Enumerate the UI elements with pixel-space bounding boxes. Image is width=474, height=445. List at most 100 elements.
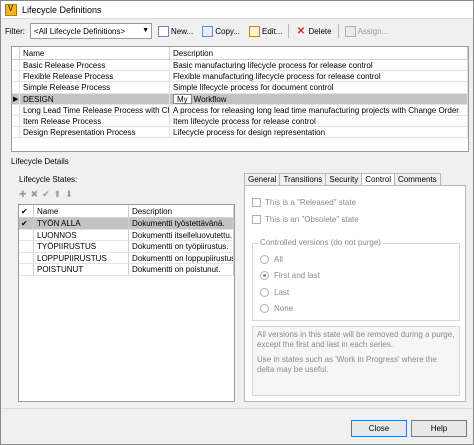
header-indicator-cell — [12, 47, 20, 59]
radio-label: First and last — [274, 271, 320, 280]
tab-general[interactable]: General — [244, 173, 281, 185]
radio-button[interactable] — [260, 304, 269, 313]
delete-x-icon: ✕ — [296, 25, 306, 37]
copy-button-label: Copy... — [215, 26, 240, 36]
cell-name: Basic Release Process — [20, 60, 170, 71]
tab-transitions[interactable]: Transitions — [279, 173, 327, 185]
state-description: Dokumentti on työpiirustus. — [129, 241, 234, 252]
cell-description: Flexible manufacturing lifecycle process… — [170, 71, 468, 82]
column-header-name[interactable]: Name — [34, 205, 129, 217]
state-check — [19, 229, 34, 240]
state-description: Dokumentti on poistunut. — [129, 264, 234, 275]
lifecycle-definitions-dialog: Lifecycle Definitions Filter: <All Lifec… — [0, 0, 474, 445]
radio-option-all[interactable]: All — [260, 255, 283, 264]
radio-button[interactable] — [260, 288, 269, 297]
cell-name: Design Representation Process — [20, 127, 170, 138]
checkmark-icon[interactable]: ✔ — [42, 189, 50, 200]
state-name: LOPPUPIIRUSTUS — [34, 252, 129, 263]
column-header-check[interactable]: ✔ — [19, 205, 34, 217]
move-down-icon[interactable]: ⬇ — [65, 189, 73, 200]
column-header-name[interactable]: Name — [20, 47, 170, 59]
state-row[interactable]: TYÖPIIRUSTUS Dokumentti on työpiirustus. — [19, 241, 234, 253]
add-state-icon[interactable]: ✚ — [19, 189, 27, 200]
tab-comments[interactable]: Comments — [394, 173, 441, 185]
obsolete-state-label: This is an "Obsolete" state — [265, 215, 359, 224]
radio-option-none[interactable]: None — [260, 304, 293, 313]
state-row[interactable]: LUONNOS Dokumentti itselleluovutettu. — [19, 229, 234, 241]
tab-security[interactable]: Security — [325, 173, 363, 185]
radio-label: None — [274, 304, 294, 313]
close-button[interactable]: Close — [351, 420, 407, 437]
states-table-header: ✔ Name Description — [19, 205, 234, 218]
checkbox-box[interactable] — [252, 198, 261, 207]
edit-button-label: Edit... — [261, 26, 283, 36]
filter-dropdown[interactable]: <All Lifecycle Definitions> ▼ — [30, 23, 152, 39]
move-up-icon[interactable]: ⬆ — [54, 189, 62, 200]
radio-option-first-and-last[interactable]: First and last — [260, 271, 320, 280]
delete-state-icon[interactable]: ✖ — [31, 189, 39, 200]
checkbox-box[interactable] — [252, 215, 261, 224]
purge-note-text: All versions in this state will be remov… — [257, 330, 455, 349]
inline-edit-field[interactable]: My — [173, 93, 192, 104]
new-button[interactable]: New... — [155, 23, 196, 39]
table-row[interactable]: Item Release Process Item lifecycle proc… — [12, 115, 468, 128]
help-button[interactable]: Help — [411, 420, 467, 437]
radio-button-selected[interactable] — [260, 271, 269, 280]
toolbar: Filter: <All Lifecycle Definitions> ▼ Ne… — [1, 21, 473, 41]
edit-button[interactable]: Edit... — [246, 23, 285, 39]
table-row[interactable]: Basic Release Process Basic manufacturin… — [12, 60, 468, 72]
lifecycle-states-table: ✔ Name Description ✔ TYÖN ALLA Dokumentt… — [18, 204, 235, 402]
obsolete-state-checkbox[interactable]: This is an "Obsolete" state — [252, 215, 359, 224]
copy-button[interactable]: Copy... — [199, 23, 243, 39]
delete-button[interactable]: ✕ Delete — [292, 23, 334, 39]
state-name: TYÖN ALLA — [34, 218, 129, 229]
details-tabs: General Transitions Security Control Com… — [244, 173, 441, 186]
purge-note-hint: Use in states such as 'Work in Progress'… — [257, 355, 437, 374]
delete-button-label: Delete — [308, 26, 332, 36]
app-logo-icon — [5, 3, 17, 16]
cell-description[interactable]: My Workflow — [170, 93, 468, 104]
states-toolbar: ✚ ✖ ✔ ⬆ ⬇ — [19, 189, 73, 200]
assign-button-label: Assign... — [357, 26, 389, 36]
cell-description: Simple lifecycle process for document co… — [170, 82, 468, 93]
state-row-selected[interactable]: ✔ TYÖN ALLA Dokumentti työstettävänä. — [19, 218, 234, 230]
cell-name: DESIGN — [20, 93, 170, 104]
cell-name: Flexible Release Process — [20, 71, 170, 82]
title-bar: Lifecycle Definitions — [1, 1, 473, 19]
column-header-description[interactable]: Description — [170, 47, 468, 59]
cell-description: Lifecycle process for design representat… — [170, 127, 468, 138]
cell-description: Basic manufacturing lifecycle process fo… — [170, 60, 468, 71]
state-name: TYÖPIIRUSTUS — [34, 241, 129, 252]
state-check — [19, 241, 34, 252]
state-row[interactable]: LOPPUPIIRUSTUS Dokumentti on loppupiirus… — [19, 252, 234, 264]
state-name: LUONNOS — [34, 229, 129, 240]
controlled-versions-group: Controlled versions (do not purge) All F… — [252, 238, 460, 321]
table-row[interactable]: Long Lead Time Release Process with Ch..… — [12, 104, 468, 116]
purge-info-note: All versions in this state will be remov… — [252, 326, 460, 396]
radio-option-last[interactable]: Last — [260, 288, 289, 297]
table-row[interactable]: Design Representation Process Lifecycle … — [12, 127, 468, 139]
chevron-down-icon: ▼ — [142, 27, 149, 34]
filter-label: Filter: — [5, 26, 25, 36]
definitions-table: Name Description Basic Release Process B… — [11, 46, 469, 152]
column-header-description[interactable]: Description — [129, 205, 234, 217]
assign-icon — [344, 25, 356, 37]
window-title: Lifecycle Definitions — [22, 4, 102, 15]
controlled-versions-title: Controlled versions (do not purge) — [258, 238, 383, 247]
table-header: Name Description — [12, 47, 468, 60]
new-document-icon — [158, 25, 169, 37]
toolbar-divider — [288, 24, 290, 38]
lifecycle-states-label: Lifecycle States: — [19, 175, 78, 184]
lifecycle-details-label: Lifecycle Details — [11, 157, 69, 166]
radio-button[interactable] — [260, 255, 269, 264]
cell-name: Item Release Process — [20, 115, 170, 127]
released-state-checkbox[interactable]: This is a "Released" state — [252, 198, 356, 207]
table-row[interactable]: Flexible Release Process Flexible manufa… — [12, 71, 468, 83]
table-row-selected[interactable]: ▶ DESIGN My Workflow — [12, 93, 468, 105]
state-row[interactable]: POISTUNUT Dokumentti on poistunut. — [19, 264, 234, 276]
assign-button[interactable]: Assign... — [342, 23, 392, 39]
state-description: Dokumentti itselleluovutettu. — [129, 229, 234, 240]
state-name: POISTUNUT — [34, 264, 129, 275]
state-check — [19, 264, 34, 275]
table-row[interactable]: Simple Release Process Simple lifecycle … — [12, 82, 468, 94]
